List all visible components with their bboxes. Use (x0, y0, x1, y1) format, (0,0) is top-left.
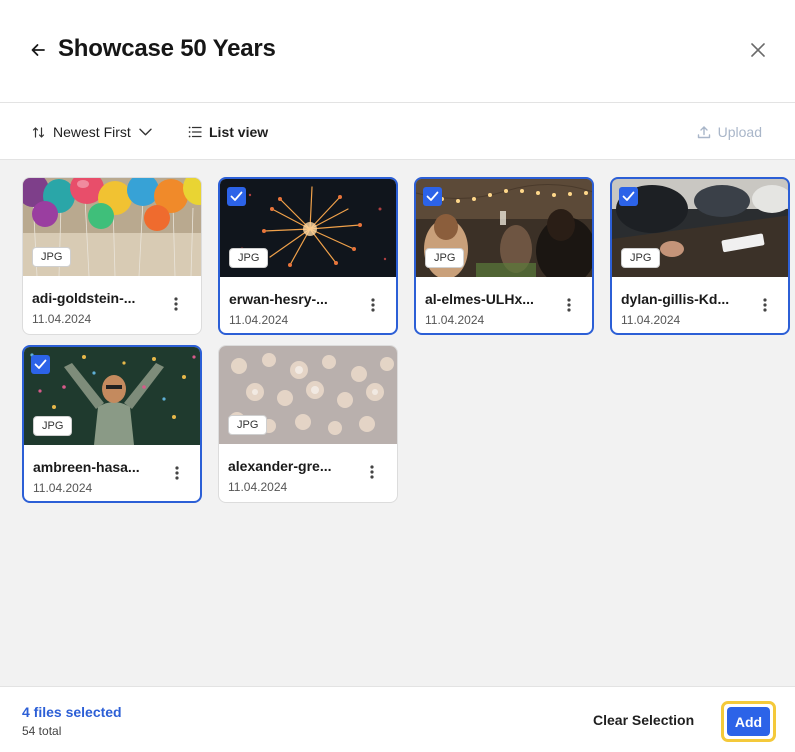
more-options-button[interactable] (362, 293, 384, 317)
more-vertical-icon (370, 465, 374, 479)
file-date: 11.04.2024 (228, 480, 288, 494)
file-date: 11.04.2024 (621, 313, 681, 327)
arrow-left-icon (31, 44, 45, 56)
selection-checkbox[interactable] (619, 187, 638, 206)
total-count: 54 total (22, 724, 62, 738)
checkmark-icon (230, 191, 243, 201)
view-label: List view (209, 124, 269, 140)
more-vertical-icon (174, 297, 178, 311)
file-type-badge: JPG (229, 248, 269, 268)
file-card[interactable]: JPG dylan-gillis-Kd... 11.04.2024 (610, 177, 790, 335)
file-name: alexander-gre... (228, 458, 332, 474)
back-button[interactable] (26, 38, 50, 62)
selection-checkbox[interactable] (423, 187, 442, 206)
file-card[interactable]: JPG al-elmes-ULHx... 11.04.2024 (414, 177, 594, 335)
more-options-button[interactable] (754, 293, 776, 317)
more-vertical-icon (763, 298, 767, 312)
upload-label: Upload (717, 124, 762, 140)
selection-checkbox[interactable] (31, 355, 50, 374)
file-card[interactable]: JPG adi-goldstein-... 11.04.2024 (22, 177, 202, 335)
file-name: erwan-hesry-... (229, 291, 328, 307)
upload-icon (697, 126, 710, 139)
selection-checkbox[interactable] (227, 187, 246, 206)
selected-count[interactable]: 4 files selected (22, 704, 122, 720)
more-options-button[interactable] (558, 293, 580, 317)
more-vertical-icon (371, 298, 375, 312)
toolbar: Newest First List view Upload (0, 103, 795, 160)
list-icon (188, 126, 202, 138)
file-type-badge: JPG (621, 248, 661, 268)
dialog-header: Showcase 50 Years (0, 0, 795, 103)
file-type-badge: JPG (425, 248, 465, 268)
add-button-focus-ring: Add (721, 701, 776, 742)
checkmark-icon (622, 191, 635, 201)
file-card[interactable]: JPG ambreen-hasa... 11.04.2024 (22, 345, 202, 503)
file-type-badge: JPG (33, 416, 73, 436)
file-date: 11.04.2024 (425, 313, 485, 327)
file-type-badge: JPG (32, 247, 72, 267)
more-options-button[interactable] (166, 461, 188, 485)
sort-arrows-icon (32, 126, 45, 138)
view-toggle[interactable]: List view (188, 120, 268, 144)
file-date: 11.04.2024 (229, 313, 289, 327)
file-date: 11.04.2024 (32, 312, 92, 326)
close-button[interactable] (746, 38, 770, 62)
sort-label: Newest First (53, 124, 131, 140)
checkmark-icon (426, 191, 439, 201)
file-card[interactable]: JPG erwan-hesry-... 11.04.2024 (218, 177, 398, 335)
upload-button[interactable]: Upload (697, 120, 762, 144)
file-date: 11.04.2024 (33, 481, 93, 495)
more-options-button[interactable] (361, 460, 383, 484)
more-vertical-icon (175, 466, 179, 480)
add-button[interactable]: Add (727, 707, 770, 736)
file-grid: JPG adi-goldstein-... 11.04.2024 JPG erw… (0, 160, 795, 686)
file-card[interactable]: JPG alexander-gre... 11.04.2024 (218, 345, 398, 503)
more-vertical-icon (567, 298, 571, 312)
clear-selection-button[interactable]: Clear Selection (593, 712, 694, 728)
file-name: dylan-gillis-Kd... (621, 291, 730, 307)
page-title: Showcase 50 Years (58, 35, 276, 62)
file-name: adi-goldstein-... (32, 290, 136, 306)
file-name: al-elmes-ULHx... (425, 291, 534, 307)
file-name: ambreen-hasa... (33, 459, 140, 475)
checkmark-icon (34, 359, 47, 369)
chevron-down-icon (139, 128, 152, 136)
sort-dropdown[interactable]: Newest First (32, 120, 152, 144)
more-options-button[interactable] (165, 292, 187, 316)
close-icon (751, 43, 765, 57)
dialog-footer: 4 files selected 54 total Clear Selectio… (0, 686, 795, 752)
file-type-badge: JPG (228, 415, 268, 435)
